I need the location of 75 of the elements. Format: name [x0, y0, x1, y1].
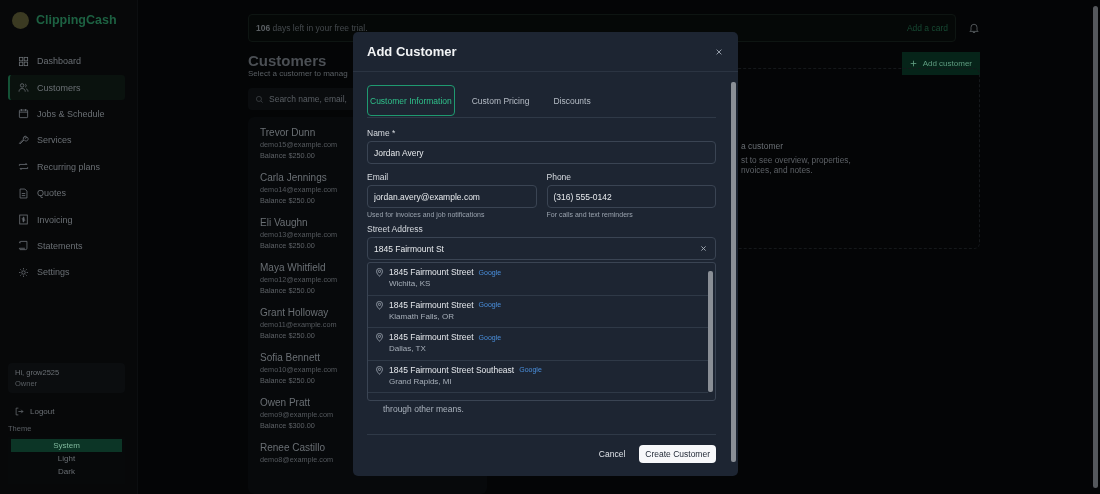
- calendar-icon: [18, 108, 29, 120]
- plus-icon: [909, 60, 917, 67]
- name-field[interactable]: Jordan Avery: [367, 141, 716, 164]
- suggestion-street: 1845 Fairmount Street: [389, 267, 474, 277]
- customer-name[interactable]: Eli Vaughn: [260, 217, 308, 228]
- nav-item[interactable]: Settings: [8, 260, 125, 285]
- nav-item[interactable]: Customers: [8, 75, 125, 100]
- people-icon: [18, 82, 29, 94]
- gear-icon: [18, 266, 29, 278]
- logo-icon: [12, 11, 29, 29]
- page-subtitle: Select a customer to manag: [248, 69, 348, 78]
- location-pin-icon: [375, 268, 384, 277]
- grid-icon: [18, 55, 29, 67]
- field-label: Email: [367, 172, 390, 182]
- address-field[interactable]: 1845 Fairmount St: [367, 237, 716, 260]
- theme-option[interactable]: System: [11, 439, 122, 452]
- wrench-icon: [18, 134, 29, 146]
- nav-item[interactable]: Quotes: [8, 180, 125, 206]
- nav-item[interactable]: Dashboard: [8, 49, 125, 74]
- tab[interactable]: Customer Information: [367, 85, 455, 116]
- note-text: through other means.: [383, 404, 465, 414]
- location-pin-icon: [375, 365, 384, 375]
- customer-name[interactable]: Trevor Dunn: [260, 127, 316, 138]
- customer-name[interactable]: Owen Pratt: [260, 397, 311, 408]
- field-label: Name *: [367, 128, 397, 138]
- logout-button[interactable]: Logout: [8, 403, 125, 420]
- nav-item[interactable]: Services: [8, 128, 125, 153]
- scroll-icon: [18, 240, 29, 252]
- clear-icon[interactable]: [700, 245, 707, 252]
- tab[interactable]: Discounts: [550, 85, 606, 116]
- customer-name[interactable]: Renee Castillo: [260, 442, 326, 453]
- create-customer-button[interactable]: Create Customer: [639, 445, 716, 463]
- email-field[interactable]: jordan.avery@example.com: [367, 185, 537, 208]
- suggestion-locality: Dallas, TX: [389, 344, 427, 353]
- suggestion-locality: Klamath Falls, OR: [389, 311, 455, 321]
- theme-option[interactable]: Light: [11, 452, 122, 465]
- scrollbar[interactable]: [708, 271, 713, 392]
- empty-state-text: nvoices, and notes.: [741, 165, 814, 175]
- cancel-button[interactable]: Cancel: [594, 445, 630, 463]
- dollar-document-icon: [18, 214, 29, 226]
- tab[interactable]: Custom Pricing: [468, 85, 545, 116]
- nav-item[interactable]: Recurring plans: [8, 154, 125, 179]
- suggestion-locality: Wichita, KS: [389, 279, 432, 288]
- location-pin-icon: [375, 333, 384, 342]
- add-customer-button[interactable]: Add customer: [901, 52, 980, 75]
- repeat-icon: [18, 161, 29, 173]
- field-label: Phone: [546, 172, 573, 182]
- scrollbar[interactable]: [731, 82, 736, 462]
- suggestion-locality: Grand Rapids, MI: [389, 376, 453, 386]
- empty-state-title: a customer: [741, 141, 785, 151]
- nav-item[interactable]: Invoicing: [8, 207, 125, 232]
- customer-name[interactable]: Carla Jennings: [260, 172, 327, 183]
- customer-name[interactable]: Grant Holloway: [260, 307, 329, 318]
- logout-icon: [15, 407, 24, 416]
- customer-name[interactable]: Maya Whitfield: [260, 262, 326, 273]
- brand-name: ClippingCash: [36, 13, 117, 27]
- nav-item[interactable]: Statements: [8, 233, 125, 259]
- location-pin-icon: [375, 300, 384, 310]
- page-title: Customers: [248, 52, 328, 69]
- suggestion-street: 1845 Fairmount Street: [389, 332, 474, 342]
- suggestion-street: 1845 Fairmount Street Southeast: [389, 364, 515, 375]
- empty-state-text: st to see overview, properties,: [741, 155, 852, 165]
- theme-option[interactable]: Dark: [11, 465, 122, 478]
- customer-name[interactable]: Sofia Bennett: [260, 352, 321, 363]
- suggestion-street: 1845 Fairmount Street: [389, 299, 474, 310]
- search-icon: [255, 94, 264, 104]
- nav-item[interactable]: Jobs & Schedule: [8, 101, 125, 127]
- phone-field[interactable]: (316) 555-0142: [546, 185, 716, 208]
- close-icon[interactable]: [715, 47, 723, 56]
- document-icon: [18, 187, 29, 199]
- bell-icon[interactable]: [968, 22, 980, 34]
- trial-text: 106 days left in your free trial.: [256, 23, 368, 33]
- page-scrollbar[interactable]: [1093, 6, 1098, 488]
- field-label: Street Address: [367, 224, 424, 234]
- dialog-title: Add Customer: [367, 44, 457, 59]
